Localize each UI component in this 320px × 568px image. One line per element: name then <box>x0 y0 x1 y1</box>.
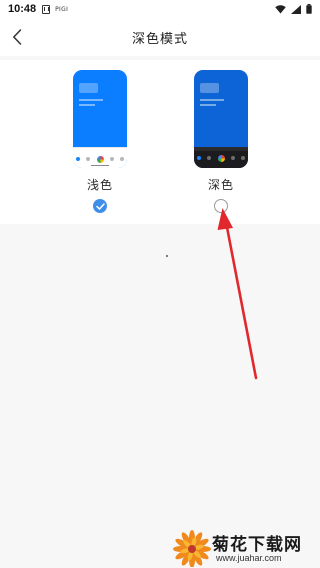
light-theme-label: 浅色 <box>86 178 113 192</box>
status-icons <box>275 4 312 14</box>
check-icon <box>95 202 105 210</box>
speck <box>166 255 168 257</box>
page-title: 深色模式 <box>131 31 188 47</box>
light-theme-preview <box>73 70 127 168</box>
wifi-icon <box>275 4 286 13</box>
dark-theme-radio[interactable] <box>214 199 228 213</box>
watermark-title: 菊花下载网 <box>212 535 302 555</box>
signal-icon <box>291 4 301 14</box>
dark-theme-preview <box>194 70 248 168</box>
status-bar: 10:48 PIGI <box>0 0 320 18</box>
dark-theme-label: 深色 <box>207 178 234 192</box>
back-button[interactable] <box>6 25 28 49</box>
watermark: 菊花下载网 www.juahar.com <box>172 527 320 567</box>
chevron-left-icon <box>13 29 22 45</box>
watermark-url: www.juahar.com <box>216 553 282 563</box>
status-time: 10:48 <box>8 3 37 15</box>
light-theme-radio[interactable] <box>93 199 107 213</box>
navigation-header: 深色模式 <box>0 18 320 56</box>
dark-theme-option[interactable]: 深色 <box>191 68 251 218</box>
dark-mode-settings-screen: 10:48 PIGI 深色模式 浅色 深色 菊花下载网 www.juahar.c… <box>0 0 320 568</box>
theme-selection-panel: 浅色 深色 <box>0 60 320 224</box>
battery-icon <box>306 4 312 14</box>
app-notification-icon <box>42 4 51 14</box>
light-theme-option[interactable]: 浅色 <box>70 68 130 218</box>
chrysanthemum-logo-icon <box>173 530 211 567</box>
network-label: PIGI <box>55 5 69 13</box>
